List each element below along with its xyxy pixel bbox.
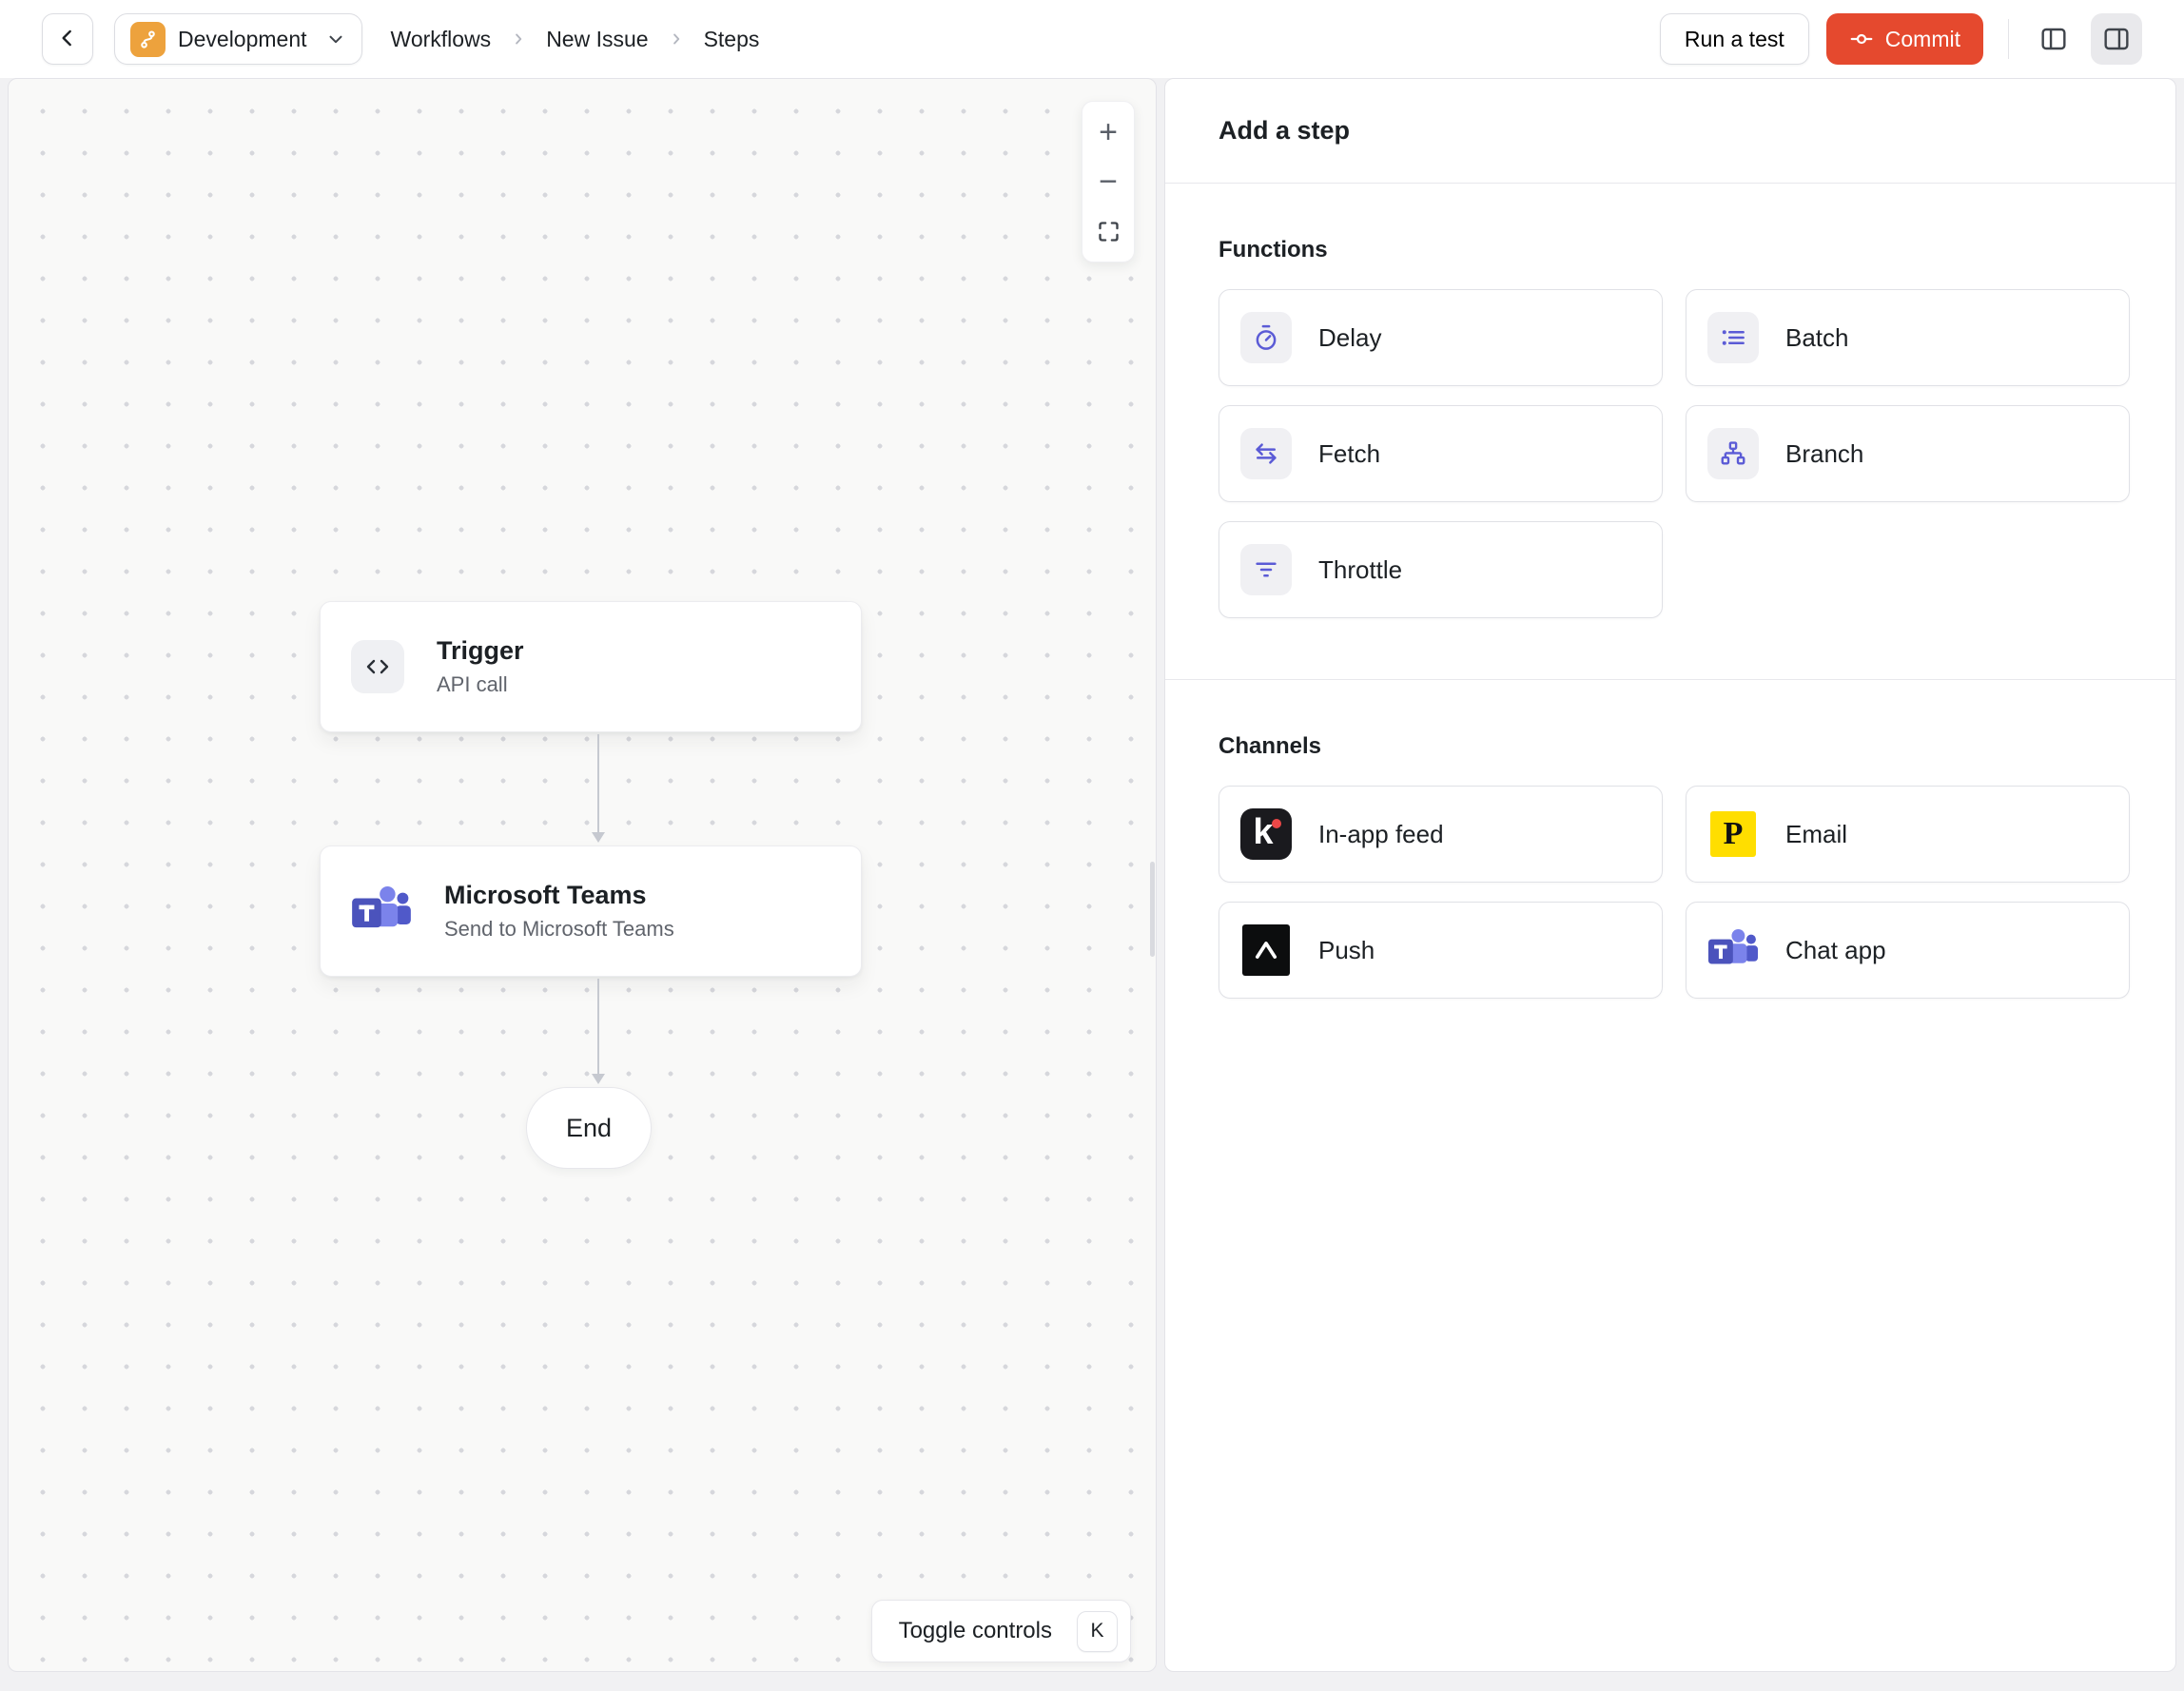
toggle-controls-label: Toggle controls [898, 1618, 1052, 1643]
plus-icon: + [1099, 113, 1118, 150]
in-app-feed-channel-card[interactable]: k In-app feed [1219, 786, 1663, 883]
step-card-label: Email [1785, 819, 1848, 848]
panel-right-icon [2101, 24, 2132, 54]
breadcrumb: Workflows New Issue Steps [391, 27, 760, 52]
zoom-out-button[interactable]: − [1082, 157, 1135, 206]
expo-logo-icon [1240, 924, 1292, 976]
swap-arrows-icon [1240, 428, 1292, 479]
fullscreen-icon [1096, 219, 1121, 244]
chat-app-channel-card[interactable]: Chat app [1686, 902, 2130, 999]
main-content: + − Trigger API call Microsoft Teams Sen… [8, 78, 2176, 1672]
breadcrumb-workflows[interactable]: Workflows [391, 27, 492, 52]
chevron-right-icon [510, 30, 527, 48]
canvas-scrollbar[interactable] [1150, 862, 1155, 957]
run-a-test-button[interactable]: Run a test [1659, 13, 1809, 65]
edge-trigger-to-teams [579, 734, 617, 846]
end-node-label: End [565, 1113, 613, 1142]
code-icon [351, 640, 404, 693]
back-button[interactable] [42, 13, 93, 65]
topbar-divider [2008, 19, 2009, 59]
trigger-node-title: Trigger [437, 636, 524, 665]
toggle-controls-button[interactable]: Toggle controls K [870, 1600, 1131, 1662]
breadcrumb-new-issue[interactable]: New Issue [546, 27, 648, 52]
microsoft-teams-node[interactable]: Microsoft Teams Send to Microsoft Teams [320, 846, 862, 977]
toggle-left-panel-button[interactable] [2028, 13, 2079, 65]
step-card-label: Fetch [1318, 438, 1381, 468]
email-channel-card[interactable]: P Email [1686, 786, 2130, 883]
knock-dot [1272, 819, 1281, 828]
step-card-label: Branch [1785, 438, 1864, 468]
microsoft-teams-icon [1707, 924, 1759, 976]
step-card-label: Batch [1785, 322, 1849, 352]
keyboard-shortcut-badge: K [1077, 1610, 1118, 1652]
postmark-letter: P [1723, 816, 1744, 851]
branch-step-card[interactable]: Branch [1686, 405, 2130, 502]
end-node[interactable]: End [526, 1087, 652, 1169]
functions-section-label: Functions [1219, 237, 1328, 262]
teams-node-title: Microsoft Teams [444, 881, 647, 909]
commit-label: Commit [1884, 26, 1960, 51]
breadcrumb-steps: Steps [703, 26, 760, 51]
topbar: Development Workflows New Issue Steps Ru… [0, 0, 2184, 78]
tree-icon [1707, 428, 1759, 479]
list-icon [1707, 312, 1759, 363]
channels-section: Channels k In-app feed P Email Push Chat… [1165, 680, 2175, 999]
stopwatch-icon [1240, 312, 1292, 363]
topbar-left: Development Workflows New Issue Steps [42, 13, 759, 65]
fit-view-button[interactable] [1082, 206, 1135, 256]
trigger-node[interactable]: Trigger API call [320, 601, 862, 732]
trigger-node-subtitle: API call [437, 672, 508, 696]
git-commit-icon [1849, 27, 1874, 51]
edge-teams-to-end [579, 979, 617, 1087]
panel-title: Add a step [1219, 116, 1351, 145]
knock-letter: k [1253, 811, 1274, 852]
environment-switcher[interactable]: Development [114, 13, 362, 65]
add-step-panel: Add a step Functions Delay Batch Fetch B… [1164, 78, 2176, 1672]
knock-logo-icon: k [1240, 808, 1292, 860]
step-card-label: Delay [1318, 322, 1382, 352]
chevron-right-icon [668, 30, 685, 48]
zoom-controls: + − [1082, 101, 1135, 262]
channels-section-label: Channels [1219, 733, 1322, 759]
chevron-down-icon [325, 29, 346, 49]
panel-header: Add a step [1165, 79, 2175, 184]
toggle-right-panel-button[interactable] [2091, 13, 2142, 65]
postmark-logo-icon: P [1707, 808, 1759, 860]
environment-label: Development [178, 26, 307, 51]
functions-section: Functions Delay Batch Fetch Branch Throt… [1165, 184, 2175, 618]
panel-left-icon [2038, 24, 2069, 54]
funnel-icon [1240, 544, 1292, 595]
commit-button[interactable]: Commit [1825, 13, 1983, 65]
run-a-test-label: Run a test [1684, 26, 1784, 51]
fetch-step-card[interactable]: Fetch [1219, 405, 1663, 502]
zoom-in-button[interactable]: + [1082, 107, 1135, 157]
delay-step-card[interactable]: Delay [1219, 289, 1663, 386]
knock-environment-icon [130, 21, 166, 57]
channels-grid: k In-app feed P Email Push Chat app [1219, 786, 2130, 999]
minus-icon: − [1099, 163, 1118, 200]
workflow-editor-app: Development Workflows New Issue Steps Ru… [0, 0, 2184, 1691]
step-card-label: In-app feed [1318, 819, 1444, 848]
teams-node-subtitle: Send to Microsoft Teams [444, 917, 674, 941]
batch-step-card[interactable]: Batch [1686, 289, 2130, 386]
push-channel-card[interactable]: Push [1219, 902, 1663, 999]
microsoft-teams-icon [351, 884, 412, 939]
step-card-label: Throttle [1318, 554, 1403, 584]
topbar-right: Run a test Commit [1659, 13, 2142, 65]
workflow-canvas[interactable]: + − Trigger API call Microsoft Teams Sen… [8, 78, 1157, 1672]
step-card-label: Push [1318, 935, 1375, 964]
throttle-step-card[interactable]: Throttle [1219, 521, 1663, 618]
step-card-label: Chat app [1785, 935, 1886, 964]
chevron-left-icon [55, 26, 80, 53]
functions-grid: Delay Batch Fetch Branch Throttle [1219, 289, 2130, 618]
